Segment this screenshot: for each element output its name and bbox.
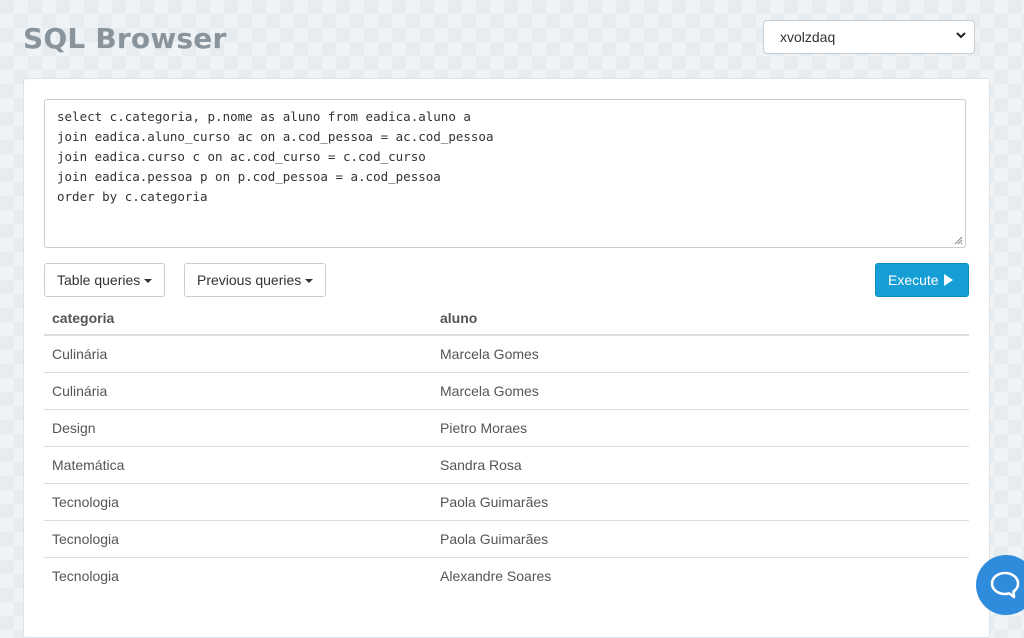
column-header: aluno	[432, 301, 969, 336]
results-table: categoria aluno Culinária Marcela Gomes …	[44, 301, 969, 594]
table-cell: Culinária	[52, 346, 108, 362]
table-cell: Paola Guimarães	[432, 520, 969, 558]
table-row: Tecnologia Paola Guimarães	[44, 483, 969, 521]
table-cell: Alexandre Soares	[432, 557, 969, 594]
table-cell: Tecnologia	[44, 557, 432, 594]
main-panel: select c.categoria, p.nome as aluno from…	[23, 78, 990, 638]
query-line: join eadica.pessoa p on p.cod_pessoa = a…	[57, 169, 441, 184]
column-header: categoria	[44, 301, 432, 336]
play-icon	[943, 274, 953, 286]
table-row: Design Pietro Moraes	[44, 409, 969, 447]
table-cell: Paola Guimarães	[432, 483, 969, 521]
query-line: order by c.categoria	[57, 189, 208, 204]
query-line: join eadica.aluno_curso ac on a.cod_pess…	[57, 129, 494, 144]
table-cell: Tecnologia	[44, 483, 432, 521]
table-queries-label: Table queries	[57, 272, 141, 288]
query-line: join eadica.curso c on ac.cod_curso = c.…	[57, 149, 426, 164]
table-cell: Marcela Gomes	[440, 346, 539, 362]
caret-down-icon	[144, 279, 153, 284]
database-select[interactable]: xvolzdaq	[763, 20, 975, 54]
sql-query-editor[interactable]: select c.categoria, p.nome as aluno from…	[44, 99, 966, 248]
page-title: SQL Browser	[23, 22, 227, 55]
previous-queries-label: Previous queries	[197, 272, 302, 288]
table-cell: Sandra Rosa	[432, 446, 969, 484]
chat-bubble-icon	[990, 571, 1020, 599]
table-row: Matemática Sandra Rosa	[44, 446, 969, 484]
table-row: Culinária Marcela Gomes	[44, 335, 969, 373]
database-select-value: xvolzdaq	[780, 29, 836, 45]
table-cell: Pietro Moraes	[432, 409, 969, 447]
table-cell: Marcela Gomes	[432, 372, 969, 410]
previous-queries-button[interactable]: Previous queries	[184, 263, 327, 297]
table-cell: Design	[44, 409, 432, 447]
query-line: select c.categoria, p.nome as aluno from…	[57, 109, 471, 124]
resize-grip-icon[interactable]	[954, 236, 963, 245]
table-row: Tecnologia Paola Guimarães	[44, 520, 969, 558]
table-row: Tecnologia Alexandre Soares	[44, 557, 969, 594]
chevron-down-icon	[956, 32, 966, 39]
table-cell: Tecnologia	[44, 520, 432, 558]
caret-down-icon	[305, 279, 314, 284]
execute-label: Execute	[888, 272, 939, 288]
execute-button[interactable]: Execute	[875, 263, 969, 297]
table-cell: Matemática	[44, 446, 432, 484]
table-cell: Culinária	[44, 372, 432, 410]
table-queries-button[interactable]: Table queries	[44, 263, 166, 297]
table-row: Culinária Marcela Gomes	[44, 372, 969, 410]
table-header-row: categoria aluno	[44, 301, 969, 336]
